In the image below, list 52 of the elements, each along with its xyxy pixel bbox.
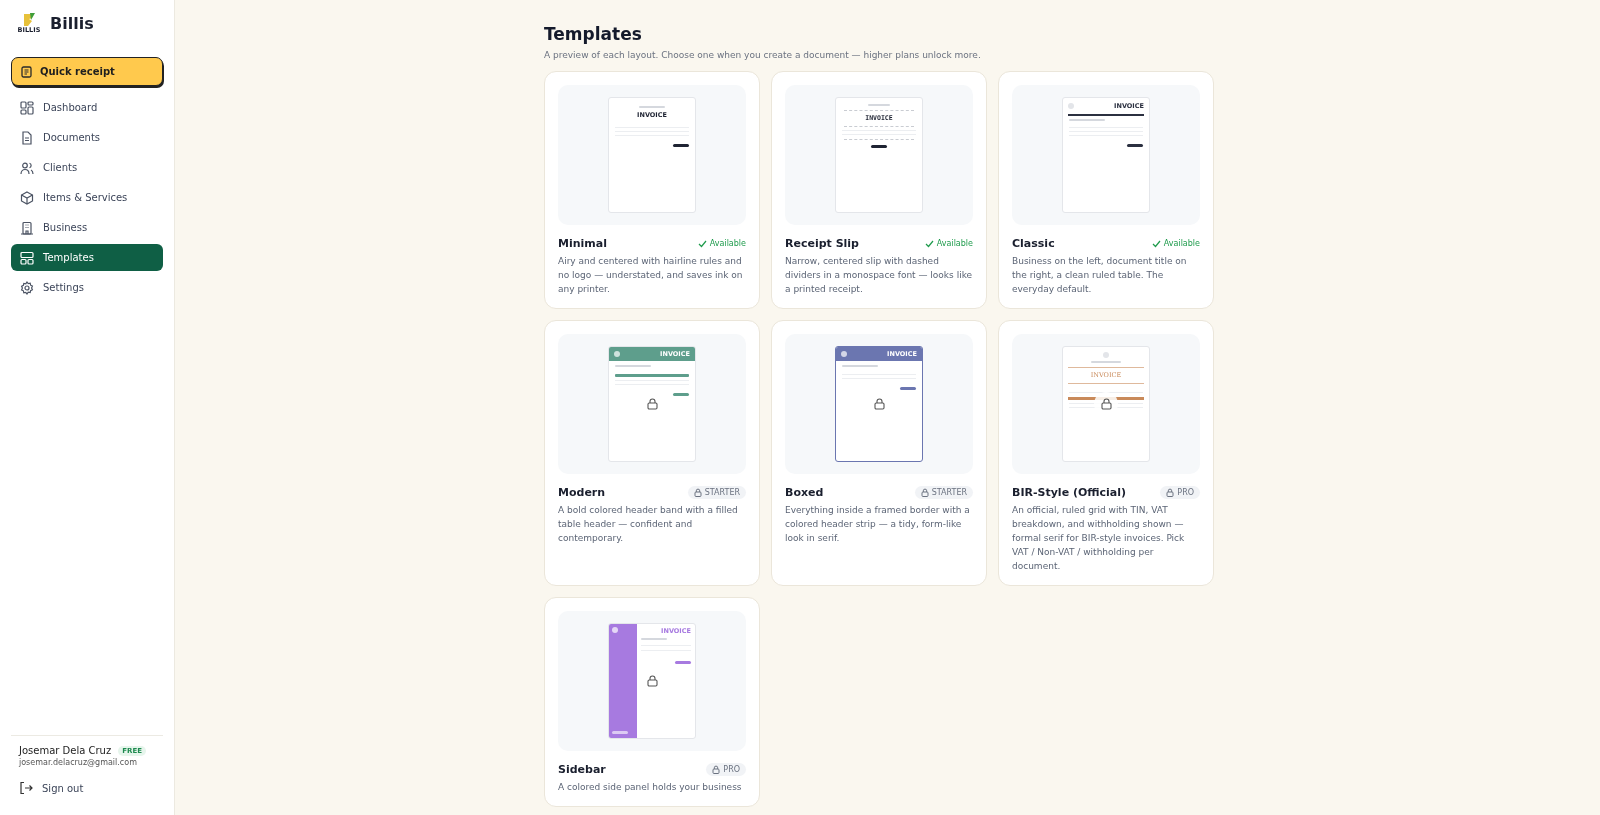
- check-icon: [924, 239, 934, 248]
- plan-tier-text: PRO: [1177, 488, 1194, 497]
- nav-item[interactable]: Clients: [11, 154, 163, 181]
- nav-item[interactable]: Business: [11, 214, 163, 241]
- gear-icon: [20, 280, 34, 295]
- template-description: Business on the left, document title on the right, a clean ruled table. The everyday default.: [1012, 255, 1188, 296]
- receipt-icon: [21, 65, 32, 78]
- template-description: A bold colored header band with a filled table header — confident and contemporary.: [558, 504, 739, 545]
- template-name: Modern: [558, 486, 606, 499]
- template-description: Airy and centered with hairline rules and no logo — understated, and saves ink on any printer.: [558, 255, 744, 296]
- availability-text: Available: [709, 239, 746, 248]
- template-name: BIR-Style (Official): [1012, 486, 1127, 499]
- box-icon: [20, 190, 34, 205]
- nav-item[interactable]: Dashboard: [11, 94, 163, 121]
- availability-text: Available: [936, 239, 973, 248]
- check-icon: [1151, 239, 1161, 248]
- logo-icon: [21, 12, 37, 27]
- lock-icon: [693, 488, 702, 497]
- plan-tier-text: STARTER: [931, 488, 967, 497]
- dashboard-icon: [20, 100, 34, 115]
- lock-icon: [920, 488, 929, 497]
- lock-icon: [1166, 488, 1175, 497]
- template-description: Everything inside a framed border with a colored header strip — a tidy, form-like look in serif.: [785, 504, 971, 545]
- template-description: Narrow, centered slip with dashed dividers in a monospace font — looks like a printed receipt.: [785, 255, 973, 296]
- sign-out-link[interactable]: Sign out: [11, 773, 163, 803]
- template-name: Boxed: [785, 486, 824, 499]
- plan-tier-text: STARTER: [704, 488, 740, 497]
- building-icon: [20, 220, 34, 235]
- template-name: Minimal: [558, 237, 607, 250]
- sign-out-icon: [19, 781, 33, 795]
- page-subtitle: A preview of each layout. Choose one when you create a document — higher plans unlock more.: [544, 50, 982, 60]
- user-email: josemar.delacruz@gmail.com: [19, 758, 138, 767]
- layout-icon: [20, 250, 34, 265]
- users-icon: [20, 160, 34, 175]
- nav-item[interactable]: Documents: [11, 124, 163, 151]
- nav-item[interactable]: Settings: [11, 274, 163, 301]
- availability-text: Available: [1163, 239, 1200, 248]
- document-icon: [20, 130, 34, 145]
- page-title: Templates: [544, 24, 643, 44]
- plan-tier-text: PRO: [723, 765, 740, 774]
- check-icon: [697, 239, 707, 248]
- template-name: Receipt Slip: [785, 237, 859, 250]
- template-name: Sidebar: [558, 763, 606, 776]
- user-name: Josemar Dela Cruz: [19, 745, 112, 756]
- template-description: An official, ruled grid with TIN, VAT breakdown, and withholding shown — formal serif for BIR-style invoices. Pick VAT / Non-VAT / withholding per document.: [1012, 504, 1186, 573]
- nav-item[interactable]: Templates: [11, 244, 163, 271]
- quick-receipt-button[interactable]: Quick receipt: [11, 57, 163, 86]
- nav-item[interactable]: Items & Services: [11, 184, 163, 211]
- app-name: Billis: [50, 13, 94, 33]
- template-name: Classic: [1012, 237, 1055, 250]
- lock-icon: [712, 765, 721, 774]
- template-description: A colored side panel holds your business: [558, 781, 743, 794]
